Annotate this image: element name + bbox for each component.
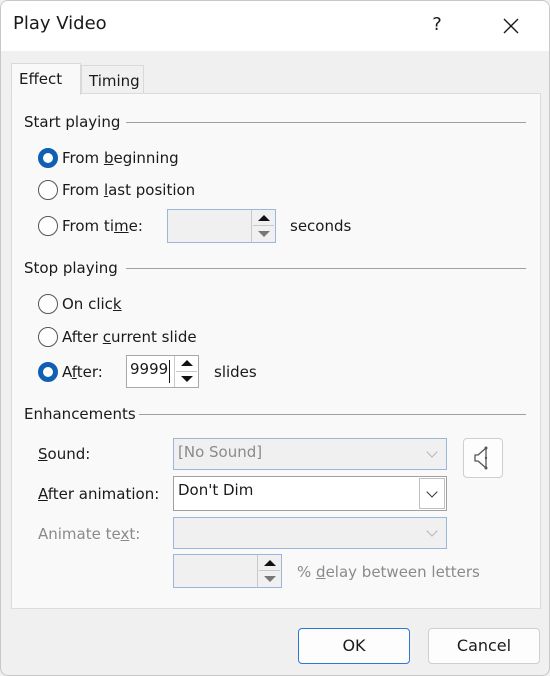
radio-after-slides[interactable]: After:: [38, 362, 103, 382]
after-slides-spinner[interactable]: 9999: [126, 355, 199, 388]
stop-playing-heading: Stop playing: [24, 259, 118, 277]
sound-label: Sound:: [38, 445, 91, 463]
radio-from-time[interactable]: From time:: [38, 216, 143, 236]
arrow-down-icon: [180, 376, 193, 383]
play-video-dialog: Play Video ? Effect Timing Start playing…: [0, 0, 550, 676]
radio-from-last-position[interactable]: From last position: [38, 180, 195, 200]
after-animation-dropdown[interactable]: Don't Dim: [173, 476, 447, 511]
sound-value: [No Sound]: [178, 443, 263, 461]
dropdown-arrow[interactable]: [419, 440, 445, 468]
enhancements-divider: [139, 414, 526, 415]
spin-up-button[interactable]: [176, 356, 197, 372]
animate-text-label: Animate text:: [38, 525, 141, 543]
radio-label: After:: [62, 363, 103, 381]
spin-up-button[interactable]: [253, 210, 274, 226]
spin-down-button[interactable]: [253, 226, 274, 242]
from-time-value[interactable]: [168, 210, 174, 242]
radio-label: From time:: [62, 217, 143, 235]
tab-timing[interactable]: Timing: [81, 65, 144, 95]
seconds-label: seconds: [290, 217, 352, 235]
dropdown-arrow[interactable]: [419, 478, 445, 509]
from-time-spinner[interactable]: [167, 209, 276, 243]
enhancements-heading: Enhancements: [24, 405, 136, 423]
sound-button[interactable]: [463, 438, 503, 478]
radio-button-checked[interactable]: [38, 148, 58, 168]
radio-button[interactable]: [38, 327, 58, 347]
arrow-down-icon: [263, 576, 276, 582]
spin-down-button[interactable]: [176, 372, 197, 388]
dropdown-arrow[interactable]: [419, 519, 445, 547]
dialog-title: Play Video: [13, 13, 107, 34]
after-slides-value[interactable]: 9999: [127, 360, 171, 383]
delay-spinner[interactable]: [173, 554, 282, 588]
chevron-down-icon: [426, 446, 438, 458]
radio-after-current-slide[interactable]: After current slide: [38, 327, 197, 347]
radio-button[interactable]: [38, 216, 58, 236]
stop-playing-divider: [126, 268, 526, 269]
tab-effect[interactable]: Effect: [11, 63, 81, 95]
sound-dropdown[interactable]: [No Sound]: [173, 438, 447, 470]
radio-label: From last position: [62, 181, 196, 199]
radio-on-click[interactable]: On click: [38, 294, 122, 314]
radio-button[interactable]: [38, 180, 58, 200]
slides-label: slides: [214, 363, 257, 381]
radio-label: After current slide: [62, 328, 197, 346]
chevron-down-icon: [426, 525, 438, 537]
chevron-down-icon: [426, 485, 438, 498]
radio-button[interactable]: [38, 294, 58, 314]
after-animation-value: Don't Dim: [178, 481, 254, 499]
arrow-down-icon: [257, 231, 270, 237]
help-button[interactable]: ?: [421, 9, 453, 41]
speaker-icon: [474, 446, 488, 470]
animate-text-dropdown[interactable]: [173, 517, 447, 549]
delay-value[interactable]: [174, 555, 180, 587]
radio-from-beginning[interactable]: From beginning: [38, 148, 179, 168]
spin-down-button[interactable]: [259, 571, 280, 587]
arrow-up-icon: [180, 360, 193, 367]
start-playing-divider: [126, 122, 526, 123]
spin-up-button[interactable]: [259, 555, 280, 571]
radio-label: On click: [62, 295, 122, 313]
close-icon: [503, 18, 519, 33]
radio-button-checked[interactable]: [38, 362, 58, 382]
arrow-up-icon: [257, 214, 270, 221]
close-button[interactable]: [491, 9, 531, 41]
radio-label: From beginning: [62, 149, 179, 167]
start-playing-heading: Start playing: [24, 113, 121, 131]
delay-label: % delay between letters: [297, 563, 480, 581]
ok-button[interactable]: OK: [298, 628, 410, 664]
arrow-up-icon: [263, 559, 276, 566]
after-animation-label: After animation:: [38, 485, 160, 503]
cancel-button[interactable]: Cancel: [428, 628, 540, 664]
title-bar: Play Video ?: [1, 1, 549, 51]
